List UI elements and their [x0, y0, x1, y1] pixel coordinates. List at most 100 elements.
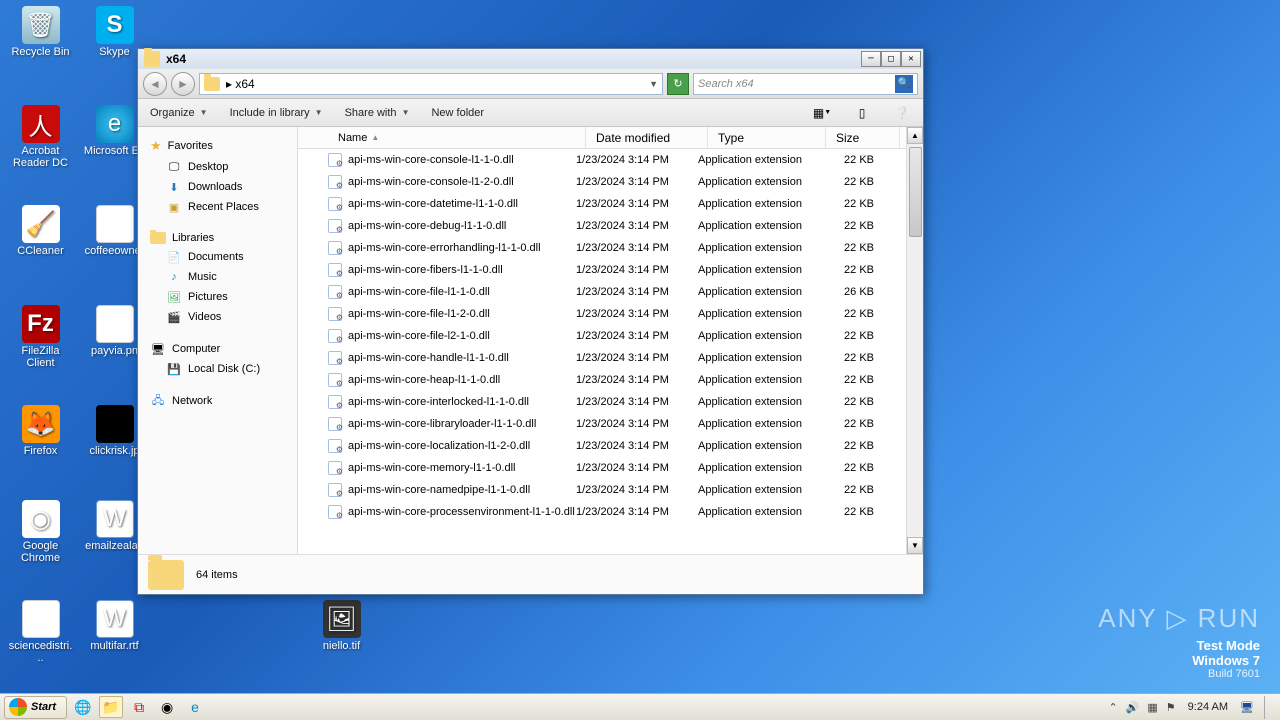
scroll-up-button[interactable]: ▲ [907, 127, 923, 144]
file-row[interactable]: api-ms-win-core-processenvironment-l1-1-… [298, 501, 923, 523]
tray-network-icon[interactable]: ▦ [1147, 701, 1157, 714]
desktop-icon-acrobat-reader-dc[interactable]: 人Acrobat Reader DC [8, 105, 73, 169]
organize-button[interactable]: Organize▼ [150, 107, 208, 119]
file-size: 22 KB [816, 220, 886, 232]
preview-pane-button[interactable]: ▯ [853, 104, 871, 122]
file-type: Application extension [698, 220, 816, 232]
desktop-icon-filezilla-client[interactable]: FzFileZilla Client [8, 305, 73, 369]
include-library-button[interactable]: Include in library▼ [230, 107, 323, 119]
file-row[interactable]: api-ms-win-core-fibers-l1-1-0.dll1/23/20… [298, 259, 923, 281]
file-type: Application extension [698, 330, 816, 342]
file-size: 22 KB [816, 264, 886, 276]
file-size: 22 KB [816, 308, 886, 320]
view-options-button[interactable]: ▦ ▼ [813, 104, 831, 122]
back-button[interactable]: ◄ [143, 72, 167, 96]
nav-libraries[interactable]: Libraries [142, 229, 293, 247]
breadcrumb[interactable]: ▸ x64 [226, 77, 255, 91]
file-row[interactable]: api-ms-win-core-errorhandling-l1-1-0.dll… [298, 237, 923, 259]
scroll-down-button[interactable]: ▼ [907, 537, 923, 554]
tray-monitor-icon[interactable]: 🖥 [1240, 701, 1254, 714]
dll-icon [328, 439, 342, 453]
app-icon: Fz [22, 305, 60, 343]
file-name: api-ms-win-core-file-l1-1-0.dll [348, 286, 490, 298]
file-row[interactable]: api-ms-win-core-console-l1-1-0.dll1/23/2… [298, 149, 923, 171]
col-name[interactable]: Name▲ [328, 127, 586, 148]
desktop-icon-ccleaner[interactable]: 🧹CCleaner [8, 205, 73, 257]
file-row[interactable]: api-ms-win-core-file-l1-1-0.dll1/23/2024… [298, 281, 923, 303]
dll-icon [328, 241, 342, 255]
nav-downloads[interactable]: ⬇Downloads [142, 177, 293, 197]
nav-documents[interactable]: 📄Documents [142, 247, 293, 267]
star-icon: ★ [150, 138, 162, 154]
file-row[interactable]: api-ms-win-core-interlocked-l1-1-0.dll 1/… [298, 391, 923, 413]
close-button[interactable]: ✕ [901, 51, 921, 67]
share-with-button[interactable]: Share with▼ [345, 107, 410, 119]
desktop-icon-niello-tif[interactable]: 🖼niello.tif [309, 600, 374, 652]
titlebar[interactable]: x64 ─ □ ✕ [138, 49, 923, 69]
nav-videos[interactable]: 🎬Videos [142, 307, 293, 327]
tray-flag-icon[interactable]: ⚑ [1166, 701, 1176, 714]
file-date: 1/23/2024 3:14 PM [576, 484, 698, 496]
file-row[interactable]: api-ms-win-core-file-l1-2-0.dll1/23/2024… [298, 303, 923, 325]
file-name: api-ms-win-core-interlocked-l1-1-0.dll [348, 396, 529, 408]
start-button[interactable]: Start [4, 696, 67, 719]
tray-volume-icon[interactable]: 🔊 [1126, 701, 1140, 714]
scroll-thumb[interactable] [909, 147, 922, 237]
forward-button[interactable]: ► [171, 72, 195, 96]
maximize-button[interactable]: □ [881, 51, 901, 67]
col-size[interactable]: Size [826, 127, 900, 148]
col-type[interactable]: Type [708, 127, 826, 148]
file-row[interactable]: api-ms-win-core-memory-l1-1-0.dll1/23/20… [298, 457, 923, 479]
taskbar-acrobat[interactable]: ⧉ [127, 696, 151, 718]
file-row[interactable]: api-ms-win-core-datetime-l1-1-0.dll1/23/… [298, 193, 923, 215]
scrollbar[interactable]: ▲ ▼ [906, 127, 923, 554]
file-size: 22 KB [816, 506, 886, 518]
file-date: 1/23/2024 3:14 PM [576, 506, 698, 518]
tray-expand-icon[interactable]: ⌃ [1108, 701, 1117, 714]
nav-pictures[interactable]: 🖼Pictures [142, 287, 293, 307]
file-row[interactable]: api-ms-win-core-namedpipe-l1-1-0.dll1/23… [298, 479, 923, 501]
tray-clock[interactable]: 9:24 AM [1184, 701, 1232, 713]
file-name: api-ms-win-core-console-l1-1-0.dll [348, 154, 514, 166]
desktop-icon-firefox[interactable]: 🦊Firefox [8, 405, 73, 457]
search-icon[interactable]: 🔍 [895, 75, 913, 93]
refresh-button[interactable]: ↻ [667, 73, 689, 95]
file-size: 26 KB [816, 286, 886, 298]
file-row[interactable]: api-ms-win-core-debug-l1-1-0.dll1/23/202… [298, 215, 923, 237]
file-row[interactable]: api-ms-win-core-console-l1-2-0.dll1/23/2… [298, 171, 923, 193]
file-row[interactable]: api-ms-win-core-handle-l1-1-0.dll1/23/20… [298, 347, 923, 369]
show-desktop-button[interactable] [1264, 696, 1274, 719]
file-row[interactable]: api-ms-win-core-file-l2-1-0.dll1/23/2024… [298, 325, 923, 347]
file-row[interactable]: api-ms-win-core-localization-l1-2-0.dll1… [298, 435, 923, 457]
new-folder-button[interactable]: New folder [431, 107, 484, 119]
nav-favorites[interactable]: ★Favorites [142, 135, 293, 157]
file-name: api-ms-win-core-processenvironment-l1-1-… [348, 506, 575, 518]
file-date: 1/23/2024 3:14 PM [576, 396, 698, 408]
file-row[interactable]: api-ms-win-core-libraryloader-l1-1-0.dll… [298, 413, 923, 435]
nav-localdisk[interactable]: 💾Local Disk (C:) [142, 359, 293, 379]
search-input[interactable]: Search x64 🔍 [693, 73, 918, 95]
nav-recent[interactable]: ▣Recent Places [142, 197, 293, 217]
file-name: api-ms-win-core-datetime-l1-1-0.dll [348, 198, 518, 210]
desktop-icon-recycle-bin[interactable]: 🗑Recycle Bin [8, 6, 73, 58]
desktop-icon-multifar-rtf[interactable]: Wmultifar.rtf [82, 600, 147, 652]
file-size: 22 KB [816, 484, 886, 496]
chevron-down-icon[interactable]: ▼ [649, 79, 658, 89]
nav-desktop[interactable]: 🖵Desktop [142, 157, 293, 177]
minimize-button[interactable]: ─ [861, 51, 881, 67]
file-row[interactable]: api-ms-win-core-heap-l1-1-0.dll1/23/2024… [298, 369, 923, 391]
nav-computer[interactable]: 🖥Computer [142, 339, 293, 359]
col-date[interactable]: Date modified [586, 127, 708, 148]
dll-icon [328, 483, 342, 497]
taskbar-edge[interactable]: e [183, 696, 207, 718]
taskbar-ie[interactable]: 🌐 [71, 696, 95, 718]
desktop-icon-sciencedistri-[interactable]: sciencedistri... [8, 600, 73, 664]
taskbar-chrome[interactable]: ◉ [155, 696, 179, 718]
address-field[interactable]: ▸ x64 ▼ [199, 73, 663, 95]
nav-music[interactable]: ♪Music [142, 267, 293, 287]
desktop-icon-google-chrome[interactable]: ◉Google Chrome [8, 500, 73, 564]
taskbar-explorer[interactable]: 📁 [99, 696, 123, 718]
nav-network[interactable]: 🖧Network [142, 391, 293, 411]
help-button[interactable]: ❔ [893, 104, 911, 122]
file-name: api-ms-win-core-localization-l1-2-0.dll [348, 440, 530, 452]
